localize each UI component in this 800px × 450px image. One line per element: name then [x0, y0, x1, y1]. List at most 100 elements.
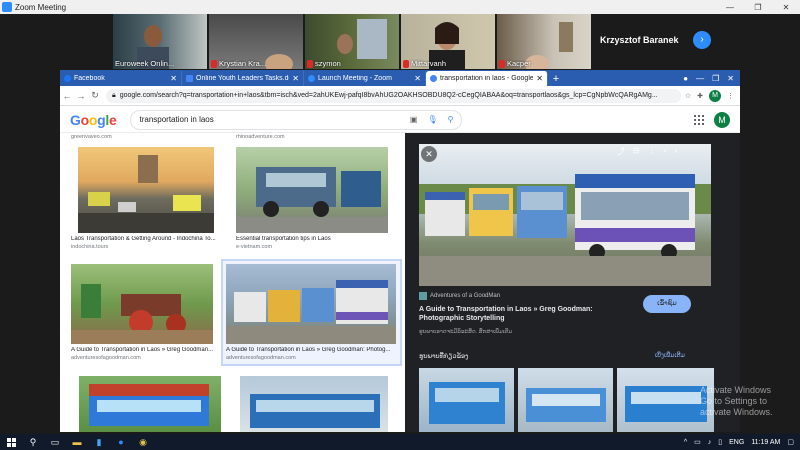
window-restore-icon[interactable]: ❐ [712, 74, 719, 83]
search-icon[interactable]: ⚲ [448, 115, 454, 124]
result-caption[interactable]: Laos Transportation & Getting Around - I… [71, 236, 233, 242]
participant-name: Kacper [507, 59, 531, 68]
participant-tile[interactable]: Krystian Kra... [209, 14, 303, 69]
image-result[interactable]: A Guide to Transportation in Laos » Greg… [71, 264, 233, 361]
chevron-up-icon[interactable]: ^ [684, 439, 687, 446]
extensions-icon[interactable]: ✚ [697, 92, 703, 100]
result-source: indochina.tours [71, 244, 109, 250]
active-speaker-name: Krzysztof Baranek [600, 35, 679, 45]
outlook-icon[interactable]: ▮ [88, 434, 110, 450]
muted-mic-icon [211, 59, 217, 68]
windows-taskbar: ⚲ ▭ ▬ ▮ ● ◉ ^ ▭ ♪ ▯ ENG 11:19 AM ▢ [0, 434, 800, 450]
related-images-heading: ຮູບພາບທີ່ກ່ຽວຂ້ອງ [419, 353, 469, 360]
result-caption[interactable]: Essential transportation tips in Laos [236, 236, 398, 242]
watermark-line: Go to Settings to activate Windows. [700, 395, 773, 417]
tab-docs[interactable]: Online Youth Leaders Tasks.do ✕ [182, 71, 304, 86]
participant-tile[interactable]: szymon [305, 14, 399, 69]
more-options-icon[interactable]: ⋮ [648, 146, 656, 157]
task-view-icon[interactable]: ▭ [44, 434, 66, 450]
preview-image[interactable] [419, 144, 711, 286]
browser-window: Facebook ✕ Online Youth Leaders Tasks.do… [60, 70, 740, 432]
forward-icon[interactable]: → [74, 91, 88, 101]
google-logo[interactable]: Google [70, 112, 117, 128]
participant-name: szymon [315, 59, 341, 68]
url-field[interactable]: 🔒︎ google.com/search?q=transportation+in… [106, 88, 681, 103]
close-tab-icon[interactable]: ✕ [414, 74, 421, 83]
lock-icon: 🔒︎ [112, 91, 116, 99]
participant-tile[interactable]: Mittarvanh [401, 14, 495, 69]
facebook-icon [64, 75, 71, 82]
bookmark-star-icon[interactable]: ☆ [685, 92, 691, 100]
tab-label: transportation in laos - Google S [440, 75, 534, 82]
related-image[interactable] [518, 368, 613, 432]
back-icon[interactable]: ← [60, 91, 74, 101]
copyright-note[interactable]: ຮູບພາບອາດຈະມີລິຂະສິດ. ສຶກສາເພີ່ມເຕີມ [419, 329, 512, 335]
zoom-app-icon [2, 2, 12, 12]
profile-avatar[interactable]: M [709, 89, 721, 102]
search-box[interactable]: transportation in laos ▣ 🎙︎ ⚲ [130, 109, 463, 130]
notifications-icon[interactable]: ▢ [787, 438, 794, 446]
participant-tile[interactable]: Euroweek Onlin... [113, 14, 207, 69]
window-minimize-icon[interactable]: — [696, 74, 704, 83]
preview-title[interactable]: A Guide to Transportation in Laos » Greg… [419, 305, 629, 323]
source-label: rhinoadventure.com [236, 134, 285, 140]
close-icon[interactable]: ✕ [772, 3, 800, 12]
next-participants-button[interactable]: › [693, 31, 711, 49]
zoom-taskbar-icon[interactable]: ● [110, 434, 132, 450]
image-result[interactable] [79, 376, 241, 432]
see-more-link[interactable]: ເບິ່ງເພີ່ມເຕີມ [655, 352, 685, 359]
tab-facebook[interactable]: Facebook ✕ [60, 71, 182, 86]
prev-image-icon[interactable]: ‹ [664, 146, 667, 157]
image-result[interactable] [240, 376, 402, 432]
system-tray: ^ ▭ ♪ ▯ ENG 11:19 AM ▢ [684, 438, 800, 447]
share-icon[interactable]: ⤴ [617, 146, 625, 157]
result-caption[interactable]: A Guide to Transportation in Laos » Greg… [226, 347, 397, 353]
reload-icon[interactable]: ↻ [88, 90, 102, 101]
maximize-icon[interactable]: ❐ [744, 3, 772, 12]
new-tab-button[interactable]: + [548, 71, 564, 86]
microphone-icon[interactable]: 🎙︎ [427, 115, 437, 124]
activate-windows-watermark: Activate Windows Go to Settings to activ… [700, 385, 800, 417]
start-button[interactable] [0, 434, 22, 450]
save-bookmark-icon[interactable]: ⊟ [633, 146, 640, 157]
zoom-icon [308, 75, 315, 82]
participant-tile[interactable]: Kacper [497, 14, 591, 69]
tab-google-search[interactable]: transportation in laos - Google S ✕ [426, 71, 548, 86]
network-icon[interactable]: ▭ [694, 438, 701, 446]
result-caption[interactable]: A Guide to Transportation in Laos » Greg… [71, 347, 233, 353]
apps-grid-icon[interactable] [694, 114, 704, 125]
file-explorer-icon[interactable]: ▬ [66, 434, 88, 450]
battery-icon[interactable]: ▯ [718, 438, 722, 446]
close-tab-icon[interactable]: ✕ [292, 74, 299, 83]
clock[interactable]: 11:19 AM [751, 439, 780, 446]
window-close-icon[interactable]: ✕ [727, 74, 734, 83]
menu-icon[interactable]: ⋮ [727, 92, 734, 100]
tab-label: Online Youth Leaders Tasks.do [196, 75, 290, 82]
image-result-selected[interactable]: A Guide to Transportation in Laos » Greg… [221, 259, 402, 366]
close-preview-icon[interactable]: ✕ [421, 146, 437, 162]
result-image [236, 147, 388, 233]
preview-source-name: Adventures of a GoodMan [430, 293, 501, 299]
volume-icon[interactable]: ♪ [708, 439, 712, 446]
image-result[interactable]: Laos Transportation & Getting Around - I… [71, 147, 233, 250]
minimize-icon[interactable]: — [716, 3, 744, 12]
search-icon[interactable]: ⚲ [22, 434, 44, 450]
image-result[interactable]: Essential transportation tips in Laos e-… [236, 147, 398, 250]
tab-search-icon[interactable]: ● [683, 74, 688, 83]
preview-source[interactable]: Adventures of a GoodMan [419, 292, 500, 300]
google-docs-icon [186, 75, 193, 82]
result-source: e-vietnam.com [236, 244, 273, 250]
google-account-avatar[interactable]: M [714, 111, 730, 128]
related-image[interactable] [419, 368, 514, 432]
next-image-icon[interactable]: › [674, 146, 677, 157]
camera-search-icon[interactable]: ▣ [410, 115, 418, 124]
chrome-taskbar-icon[interactable]: ◉ [132, 434, 154, 450]
close-tab-icon[interactable]: ✕ [536, 74, 543, 83]
tab-zoom[interactable]: Launch Meeting - Zoom ✕ [304, 71, 426, 86]
close-tab-icon[interactable]: ✕ [170, 74, 177, 83]
participant-name: Mittarvanh [411, 59, 447, 68]
image-preview-panel: ✕ ⤴ ⊟ ⋮ ‹ › Adventures of a GoodMan A Gu… [405, 133, 740, 432]
visit-button[interactable]: ເຂົ້າຊົມ [643, 295, 691, 313]
language-indicator[interactable]: ENG [729, 439, 744, 446]
tab-label: Facebook [74, 75, 105, 82]
